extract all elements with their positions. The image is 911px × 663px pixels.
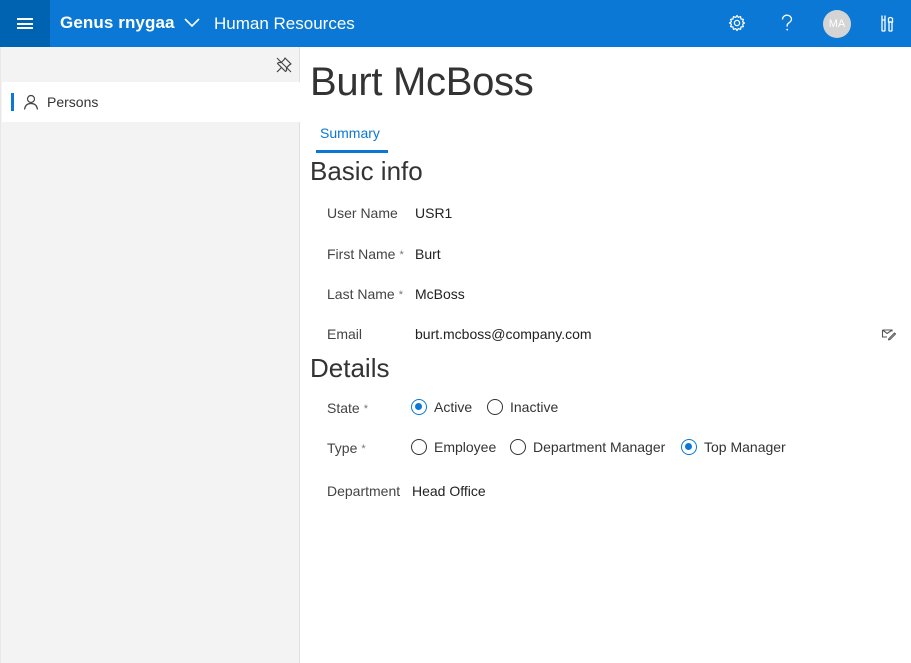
avatar[interactable]: MA (823, 10, 851, 38)
radio-state-active[interactable]: Active (411, 399, 472, 415)
value-user-name: USR1 (415, 205, 453, 221)
radio-state-inactive[interactable]: Inactive (487, 399, 558, 415)
value-last-name: McBoss (415, 286, 465, 302)
main-content: Burt McBoss Summary Basic info User Name… (301, 47, 911, 663)
required-marker: * (361, 443, 366, 455)
section-title-basic-info: Basic info (310, 156, 423, 186)
radio-button-checked[interactable] (411, 399, 427, 415)
required-marker: * (363, 403, 368, 415)
help-icon (781, 14, 793, 31)
radio-button-checked[interactable] (681, 439, 697, 455)
label-department: Department (327, 483, 401, 499)
gear-icon (728, 14, 746, 32)
email-compose-icon[interactable] (881, 326, 896, 341)
app-title[interactable]: Genus rnygaa (60, 13, 175, 33)
tools-icon (881, 15, 894, 32)
menu-icon (17, 18, 33, 29)
chevron-down-icon[interactable] (183, 14, 201, 32)
label-state: State * (327, 400, 368, 416)
required-marker: * (399, 249, 404, 261)
active-tab-indicator (316, 150, 388, 153)
page-title: Burt McBoss (310, 60, 534, 104)
label-last-name: Last Name * (327, 286, 403, 302)
tab-label: Summary (320, 125, 380, 141)
radio-type-employee[interactable]: Employee (411, 439, 496, 455)
section-title-details: Details (310, 353, 390, 383)
settings-button[interactable] (726, 12, 748, 34)
radio-button[interactable] (411, 439, 427, 455)
sidebar-item-label: Persons (47, 94, 99, 110)
value-email[interactable]: burt.mcboss@company.com (415, 326, 592, 342)
required-marker: * (398, 289, 403, 301)
menu-button[interactable] (0, 0, 50, 47)
radio-button[interactable] (487, 399, 503, 415)
label-user-name: User Name (327, 205, 398, 221)
label-type: Type * (327, 440, 366, 456)
module-name[interactable]: Human Resources (214, 14, 355, 34)
radio-type-top-manager[interactable]: Top Manager (681, 439, 786, 455)
radio-type-department-manager[interactable]: Department Manager (510, 439, 665, 455)
pin-icon[interactable] (275, 56, 293, 74)
top-bar: Genus rnygaa Human Resources MA (0, 0, 911, 47)
selected-indicator (11, 93, 14, 111)
label-first-name: First Name * (327, 246, 404, 262)
value-department[interactable]: Head Office (412, 483, 486, 499)
label-email: Email (327, 326, 363, 342)
sidebar-item-persons[interactable]: Persons (2, 82, 300, 122)
tab-summary[interactable]: Summary (316, 125, 388, 153)
radio-button[interactable] (510, 439, 526, 455)
value-first-name: Burt (415, 246, 441, 262)
help-button[interactable] (776, 12, 798, 34)
sidebar: Persons (0, 47, 300, 663)
person-icon (23, 94, 39, 110)
tools-button[interactable] (876, 12, 898, 34)
